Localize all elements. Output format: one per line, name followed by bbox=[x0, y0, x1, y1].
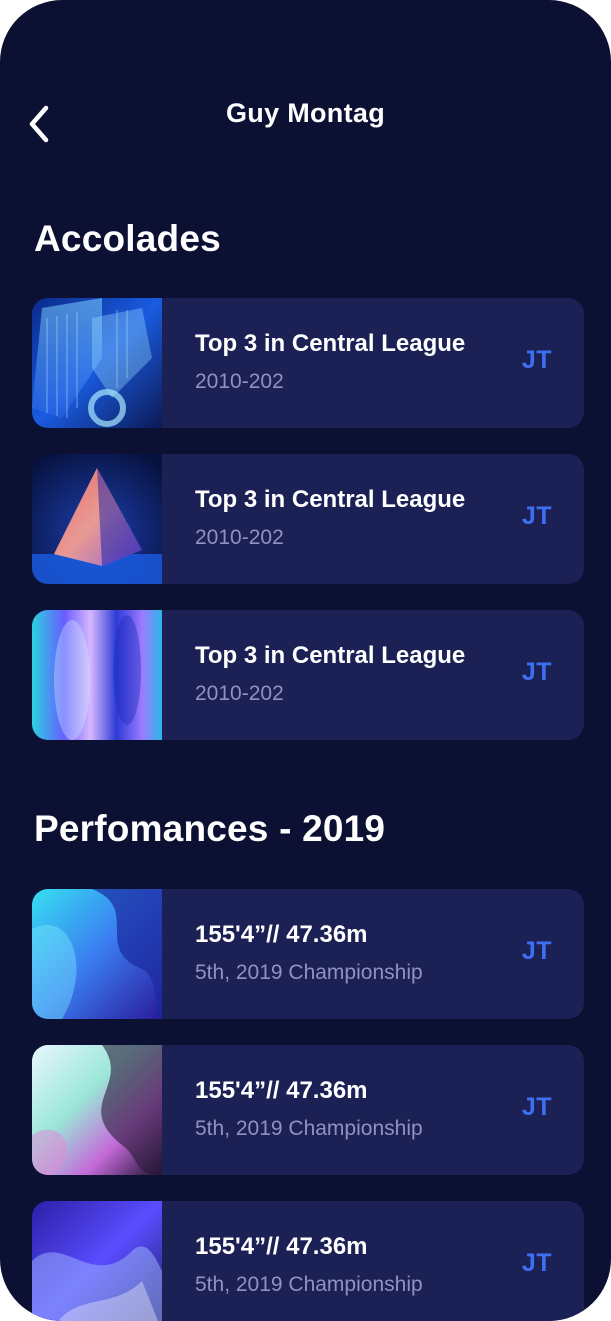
initials-badge: JT bbox=[521, 346, 552, 374]
accolade-card[interactable]: Top 3 in Central League 2010-202 JT bbox=[32, 298, 584, 428]
section-title-accolades: Accolades bbox=[34, 218, 221, 259]
accolade-title: Top 3 in Central League bbox=[195, 330, 466, 357]
accolade-thumbnail bbox=[32, 610, 162, 740]
initials-badge: JT bbox=[521, 502, 552, 530]
section-title-performances: Perfomances - 2019 bbox=[34, 808, 386, 849]
performance-thumbnail bbox=[32, 1045, 162, 1175]
accolade-card[interactable]: Top 3 in Central League 2010-202 JT bbox=[32, 610, 584, 740]
initials-badge: JT bbox=[521, 1093, 552, 1121]
phone-screen: Guy Montag Accolades Top 3 in Central Le… bbox=[0, 0, 611, 1321]
performance-thumbnail bbox=[32, 889, 162, 1019]
accolade-years: 2010-202 bbox=[195, 682, 284, 705]
performance-result: 155'4”// 47.36m bbox=[195, 1233, 368, 1260]
accolade-thumbnail bbox=[32, 454, 162, 584]
performance-event: 5th, 2019 Championship bbox=[195, 1273, 423, 1296]
initials-badge: JT bbox=[521, 1249, 552, 1277]
accolade-years: 2010-202 bbox=[195, 370, 284, 393]
top-bar: Guy Montag bbox=[0, 88, 611, 148]
performance-card[interactable]: 155'4”// 47.36m 5th, 2019 Championship J… bbox=[32, 1045, 584, 1175]
performance-thumbnail bbox=[32, 1201, 162, 1321]
page-title: Guy Montag bbox=[226, 98, 385, 128]
performance-card[interactable]: 155'4”// 47.36m 5th, 2019 Championship J… bbox=[32, 889, 584, 1019]
accolade-card[interactable]: Top 3 in Central League 2010-202 JT bbox=[32, 454, 584, 584]
accolade-thumbnail bbox=[32, 298, 162, 428]
accolade-years: 2010-202 bbox=[195, 526, 284, 549]
accolade-title: Top 3 in Central League bbox=[195, 642, 466, 669]
performance-result: 155'4”// 47.36m bbox=[195, 921, 368, 948]
performance-event: 5th, 2019 Championship bbox=[195, 961, 423, 984]
performance-event: 5th, 2019 Championship bbox=[195, 1117, 423, 1140]
initials-badge: JT bbox=[521, 937, 552, 965]
accolade-title: Top 3 in Central League bbox=[195, 486, 466, 513]
initials-badge: JT bbox=[521, 658, 552, 686]
performance-card[interactable]: 155'4”// 47.36m 5th, 2019 Championship J… bbox=[32, 1201, 584, 1321]
performance-result: 155'4”// 47.36m bbox=[195, 1077, 368, 1104]
